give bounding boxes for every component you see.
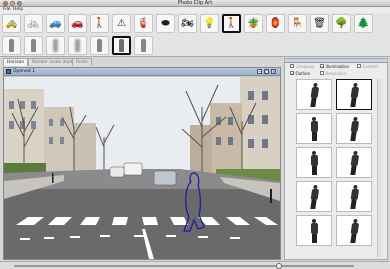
- result-r6[interactable]: [336, 147, 372, 178]
- tab-undo[interactable]: Undo: [72, 58, 92, 66]
- category-tree-2-button[interactable]: 🌲: [354, 14, 373, 33]
- lamp-icon: 🏮: [269, 17, 282, 29]
- window-title: Photo Clip Art: [177, 0, 213, 6]
- variant-v6-button[interactable]: [112, 36, 131, 55]
- category-car-blue-button[interactable]: 🚙: [46, 14, 65, 33]
- results-scrollbar[interactable]: [377, 79, 382, 257]
- variant-v7-button[interactable]: [134, 36, 153, 55]
- category-cone-button[interactable]: ⚠: [112, 14, 131, 33]
- maximize-icon[interactable]: □: [264, 69, 269, 74]
- bicycle-icon: 🚲: [27, 17, 40, 29]
- tree-icon: 🌳: [335, 17, 348, 29]
- tree-icon: 🌲: [357, 17, 370, 29]
- result-r7[interactable]: [296, 181, 332, 212]
- category-car-yellow-button[interactable]: 🚕: [2, 14, 21, 33]
- traffic-cone-icon: ⚠: [117, 17, 126, 29]
- result-r1[interactable]: [296, 79, 332, 110]
- result-r5[interactable]: [296, 147, 332, 178]
- checkbox-icon[interactable]: [290, 64, 294, 68]
- rock-icon: ⬬: [161, 17, 170, 29]
- car-icon: 🚕: [5, 17, 18, 29]
- motorcycle-icon: 🏍: [181, 17, 194, 29]
- silhouette-icon: [141, 39, 146, 52]
- walking-person-icon: 🚶: [225, 17, 238, 29]
- result-r2[interactable]: [336, 79, 372, 110]
- category-tree-button[interactable]: 🌳: [332, 14, 351, 33]
- silhouette-icon: [97, 39, 102, 52]
- variant-v1-button[interactable]: [2, 36, 21, 55]
- person-walking-icon: [348, 116, 359, 141]
- variant-v5-button[interactable]: [90, 36, 109, 55]
- category-bicycle-button[interactable]: 🚲: [24, 14, 43, 33]
- category-lamp-button[interactable]: 🏮: [266, 14, 285, 33]
- category-walker-button[interactable]: 🚶: [222, 14, 241, 33]
- car-icon: 🚙: [49, 17, 62, 29]
- trash-can-icon: 🗑: [313, 17, 326, 29]
- document-header: Opened 1 − □ ×: [4, 68, 280, 76]
- silhouette-icon: [31, 39, 36, 52]
- variant-v3-button[interactable]: [46, 36, 65, 55]
- option-illumination[interactable]: ✓ Illumination: [320, 63, 349, 69]
- person-standing-icon: [310, 150, 318, 175]
- checkbox-checked-icon[interactable]: ✓: [320, 64, 324, 69]
- car-icon: 🚗: [71, 17, 84, 29]
- result-r8[interactable]: [336, 181, 372, 212]
- photo-canvas[interactable]: [4, 77, 280, 259]
- street-photo: [4, 77, 280, 259]
- status-bar: [0, 261, 390, 269]
- tab-horizon[interactable]: Horizon: [3, 58, 29, 66]
- category-person-button[interactable]: 🚶: [90, 14, 109, 33]
- clip-art-results-panel: Lineaway ✓ Illumination Context ✓ Outline …: [284, 58, 388, 260]
- pot-icon: 🪴: [247, 17, 260, 29]
- option-lineaway[interactable]: Lineaway: [290, 63, 314, 69]
- variant-v2-button[interactable]: [24, 36, 43, 55]
- person-walking-icon: [308, 82, 319, 107]
- street-light-icon: 💡: [203, 17, 216, 29]
- option-outline[interactable]: ✓ Outline: [290, 70, 310, 76]
- variant-v4-button[interactable]: [68, 36, 87, 55]
- category-hydrant-button[interactable]: 🧯: [134, 14, 153, 33]
- fire-hydrant-icon: 🧯: [137, 17, 150, 29]
- person-icon: 🚶: [93, 17, 106, 29]
- table-icon: 🪑: [291, 17, 304, 29]
- results-grid: [296, 79, 374, 259]
- close-icon[interactable]: ×: [271, 69, 276, 74]
- category-streetlight-button[interactable]: 💡: [200, 14, 219, 33]
- person-standing-icon: [310, 218, 318, 243]
- option-context[interactable]: Context: [357, 63, 378, 69]
- result-r3[interactable]: [296, 113, 332, 144]
- zoom-slider-thumb[interactable]: [276, 263, 283, 269]
- person-walking-icon: [348, 82, 359, 107]
- minimize-icon[interactable]: −: [257, 69, 262, 74]
- checkbox-icon[interactable]: [320, 71, 324, 75]
- person-walking-icon: [308, 184, 319, 209]
- clip-art-toolbar: 🚕 🚲 🚙 🚗 🚶 ⚠ 🧯 ⬬ 🏍 💡 🚶 🪴 🏮 🪑 🗑 🌳 🌲: [0, 13, 390, 57]
- silhouette-icon: [9, 39, 14, 52]
- option-resolution[interactable]: Resolution: [320, 70, 346, 76]
- document-title: Opened 1: [13, 69, 35, 74]
- document-icon: [6, 69, 11, 74]
- silhouette-icon: [119, 39, 124, 52]
- silhouette-icon: [75, 39, 80, 52]
- silhouette-icon: [53, 39, 58, 52]
- category-table-button[interactable]: 🪑: [288, 14, 307, 33]
- result-r9[interactable]: [296, 215, 332, 246]
- window-title-bar: Photo Clip Art: [0, 0, 390, 7]
- checkbox-checked-icon[interactable]: ✓: [290, 71, 294, 76]
- person-standing-icon: [310, 116, 318, 141]
- category-motorcycle-button[interactable]: 🏍: [178, 14, 197, 33]
- result-r10[interactable]: [336, 215, 372, 246]
- checkbox-icon[interactable]: [357, 64, 361, 68]
- person-walking-icon: [348, 150, 359, 175]
- category-pot-button[interactable]: 🪴: [244, 14, 263, 33]
- person-walking-icon: [348, 218, 359, 243]
- result-r4[interactable]: [336, 113, 372, 144]
- category-rock-button[interactable]: ⬬: [156, 14, 175, 33]
- person-walking-icon: [348, 184, 359, 209]
- zoom-slider[interactable]: [14, 265, 354, 267]
- category-trashcan-button[interactable]: 🗑: [310, 14, 329, 33]
- document-window: Opened 1 − □ ×: [3, 67, 281, 260]
- category-car-red-button[interactable]: 🚗: [68, 14, 87, 33]
